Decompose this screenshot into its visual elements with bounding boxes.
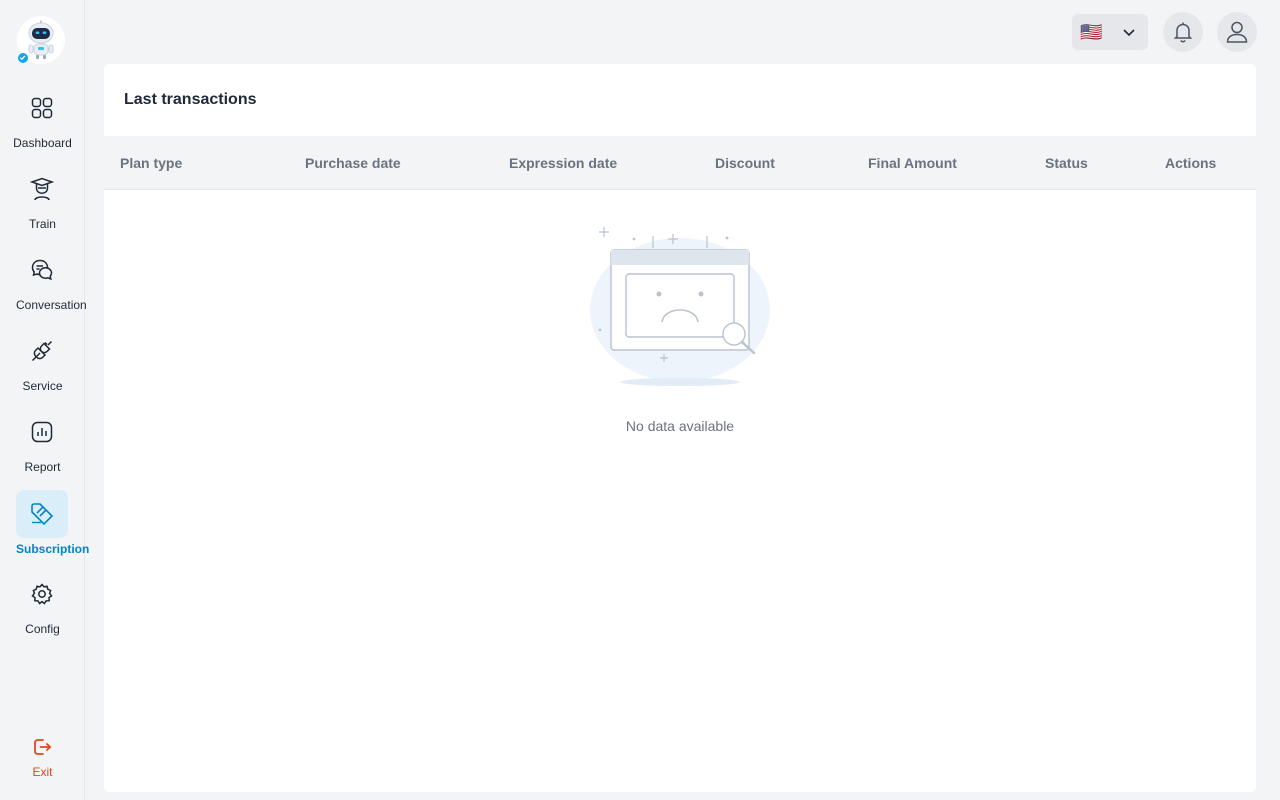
sidebar-item-train[interactable]: Train	[0, 165, 85, 231]
verified-badge-icon	[17, 52, 29, 64]
conversation-icon	[16, 246, 68, 294]
sidebar-item-label: Subscription	[16, 542, 90, 556]
sidebar-item-conversation[interactable]: Conversation	[0, 246, 87, 312]
user-icon	[1226, 21, 1248, 43]
column-header-expression-date[interactable]: Expression date	[509, 155, 617, 171]
column-header-plan-type[interactable]: Plan type	[120, 155, 182, 171]
sidebar-item-config[interactable]: Config	[0, 570, 85, 636]
sidebar-item-label: Conversation	[16, 298, 87, 312]
table-header: Plan type Purchase date Expression date …	[104, 136, 1256, 190]
logout-icon	[16, 733, 68, 761]
sidebar-item-subscription[interactable]: Subscription	[0, 490, 90, 556]
sidebar-item-label: Train	[29, 217, 56, 231]
dashboard-icon	[16, 84, 68, 132]
robot-logo-icon	[28, 20, 54, 59]
report-icon	[16, 408, 68, 456]
sidebar-item-service[interactable]: Service	[0, 327, 85, 393]
column-header-purchase-date[interactable]: Purchase date	[305, 155, 401, 171]
sidebar-item-dashboard[interactable]: Dashboard	[0, 84, 85, 150]
column-header-actions: Actions	[1165, 155, 1217, 171]
bell-icon	[1173, 22, 1193, 43]
sidebar: Dashboard Train Conversation Service Rep…	[0, 0, 90, 800]
empty-state-illustration	[590, 227, 770, 386]
column-header-status[interactable]: Status	[1045, 155, 1088, 171]
service-icon	[16, 327, 68, 375]
column-header-final-amount[interactable]: Final Amount	[868, 155, 957, 171]
transactions-card: Last transactions Plan type Purchase dat…	[104, 64, 1256, 792]
sidebar-item-label: Dashboard	[13, 136, 72, 150]
sidebar-item-label: Service	[22, 379, 63, 393]
page-title: Last transactions	[124, 91, 257, 108]
chevron-down-icon	[1123, 29, 1135, 37]
sidebar-item-report[interactable]: Report	[0, 408, 85, 474]
gear-icon	[16, 570, 68, 618]
us-flag-icon: 🇺🇸	[1080, 22, 1103, 42]
empty-state-text: No data available	[625, 418, 735, 434]
exit-button[interactable]: Exit	[0, 733, 85, 779]
notifications-button[interactable]	[1163, 12, 1203, 52]
language-select[interactable]: 🇺🇸	[1072, 14, 1148, 50]
sidebar-item-label: Config	[25, 622, 60, 636]
train-icon	[16, 165, 68, 213]
exit-label: Exit	[32, 765, 53, 779]
user-menu-button[interactable]	[1217, 12, 1257, 52]
subscription-icon	[16, 490, 68, 538]
column-header-discount[interactable]: Discount	[715, 155, 775, 171]
sidebar-item-label: Report	[24, 460, 61, 474]
